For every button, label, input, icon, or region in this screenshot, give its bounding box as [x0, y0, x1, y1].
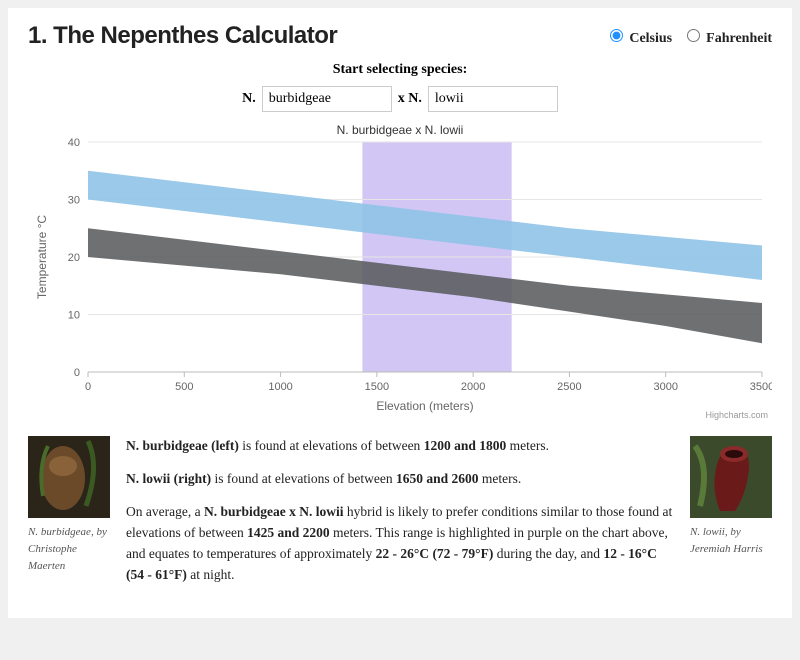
- fahrenheit-option[interactable]: Fahrenheit: [682, 31, 772, 46]
- svg-text:3000: 3000: [653, 381, 677, 393]
- left-image-column: N. burbidgeae, by Christophe Maerten: [28, 436, 110, 598]
- svg-text:30: 30: [68, 195, 80, 207]
- svg-text:20: 20: [68, 252, 80, 264]
- desc-p1: N. burbidgeae (left) is found at elevati…: [126, 436, 674, 457]
- svg-text:2000: 2000: [461, 381, 485, 393]
- description-text: N. burbidgeae (left) is found at elevati…: [126, 436, 674, 598]
- svg-text:40: 40: [68, 137, 80, 149]
- unit-toggle: Celsius Fahrenheit: [599, 26, 772, 47]
- celsius-option[interactable]: Celsius: [605, 31, 676, 46]
- y-axis-label: Temperature °C: [35, 215, 49, 299]
- species-a-thumb: [28, 436, 110, 518]
- header-row: 1. The Nepenthes Calculator Celsius Fahr…: [28, 22, 772, 50]
- chart-container: N. burbidgeae x N. lowii 0 10 20 30 40 0 500 1…: [28, 122, 772, 422]
- right-caption: N. lowii, by Jeremiah Harris: [690, 526, 763, 555]
- svg-text:3500: 3500: [750, 381, 772, 393]
- description-row: N. burbidgeae, by Christophe Maerten N. …: [28, 436, 772, 598]
- temperature-elevation-chart: N. burbidgeae x N. lowii 0 10 20 30 40 0 500 1…: [28, 122, 772, 422]
- left-caption: N. burbidgeae, by Christophe Maerten: [28, 526, 107, 572]
- chart-title: N. burbidgeae x N. lowii: [337, 123, 464, 137]
- select-prompt: Start selecting species:: [28, 62, 772, 78]
- fahrenheit-label: Fahrenheit: [706, 31, 772, 46]
- app-container: 1. The Nepenthes Calculator Celsius Fahr…: [8, 8, 792, 618]
- species-a-input[interactable]: [262, 86, 392, 112]
- desc-p2: N. lowii (right) is found at elevations …: [126, 469, 674, 490]
- svg-text:500: 500: [175, 381, 193, 393]
- species-b-input[interactable]: [428, 86, 558, 112]
- desc-p3: On average, a N. burbidgeae x N. lowii h…: [126, 502, 674, 586]
- chart-credit: Highcharts.com: [705, 410, 768, 420]
- celsius-radio[interactable]: [610, 29, 623, 42]
- right-image-column: N. lowii, by Jeremiah Harris: [690, 436, 772, 598]
- celsius-label: Celsius: [629, 31, 672, 46]
- species-selector-row: N. x N.: [28, 86, 772, 112]
- page-title: 1. The Nepenthes Calculator: [28, 22, 337, 50]
- cross-label: x N.: [398, 91, 422, 107]
- svg-text:2500: 2500: [557, 381, 581, 393]
- svg-text:1500: 1500: [365, 381, 389, 393]
- svg-text:0: 0: [74, 367, 80, 379]
- svg-text:10: 10: [68, 310, 80, 322]
- x-axis-label: Elevation (meters): [376, 399, 473, 413]
- fahrenheit-radio[interactable]: [687, 29, 700, 42]
- x-grid: 0 500 1000 1500 2000 2500 3000 3500: [85, 372, 772, 393]
- svg-text:0: 0: [85, 381, 91, 393]
- species-prefix-a: N.: [242, 91, 256, 107]
- svg-text:1000: 1000: [268, 381, 292, 393]
- species-b-thumb: [690, 436, 772, 518]
